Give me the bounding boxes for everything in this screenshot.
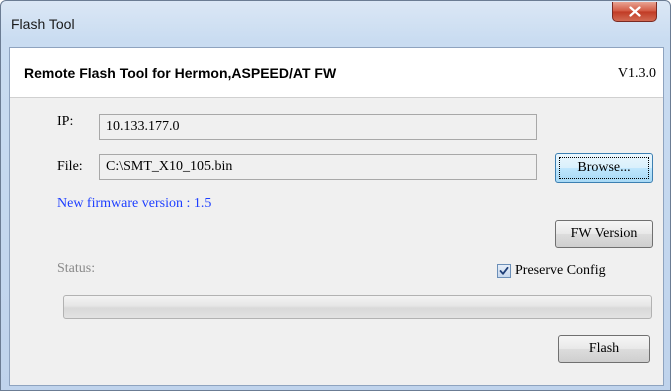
flash-button-label: Flash xyxy=(588,341,620,356)
flash-tool-window: Flash Tool Remote Flash Tool for Hermon,… xyxy=(0,0,671,391)
dialog-body: Remote Flash Tool for Hermon,ASPEED/AT F… xyxy=(9,47,664,386)
version-label: V1.3.0 xyxy=(617,66,656,81)
file-path-field[interactable]: C:\SMT_X10_105.bin xyxy=(99,154,537,180)
close-icon xyxy=(628,6,641,17)
browse-button[interactable]: Browse... xyxy=(555,153,653,183)
file-label: File: xyxy=(57,159,83,174)
firmware-version-info: New firmware version : 1.5 xyxy=(57,196,212,211)
focus-ring xyxy=(559,157,649,179)
close-button[interactable] xyxy=(612,2,657,22)
header-title: Remote Flash Tool for Hermon,ASPEED/AT F… xyxy=(24,65,337,81)
preserve-config-checkbox[interactable] xyxy=(497,264,511,278)
window-title: Flash Tool xyxy=(11,16,75,32)
title-bar[interactable]: Flash Tool xyxy=(1,1,670,46)
header-band: Remote Flash Tool for Hermon,ASPEED/AT F… xyxy=(10,48,663,98)
status-label: Status: xyxy=(57,261,96,276)
flash-button[interactable]: Flash xyxy=(558,335,650,363)
fw-version-button[interactable]: FW Version xyxy=(555,220,653,248)
flash-progress-bar xyxy=(63,295,652,319)
ip-label: IP: xyxy=(57,114,74,129)
preserve-config-label[interactable]: Preserve Config xyxy=(515,263,606,279)
checkmark-icon xyxy=(499,266,509,275)
ip-field[interactable]: 10.133.177.0 xyxy=(99,114,537,140)
fw-version-button-label: FW Version xyxy=(570,226,638,241)
